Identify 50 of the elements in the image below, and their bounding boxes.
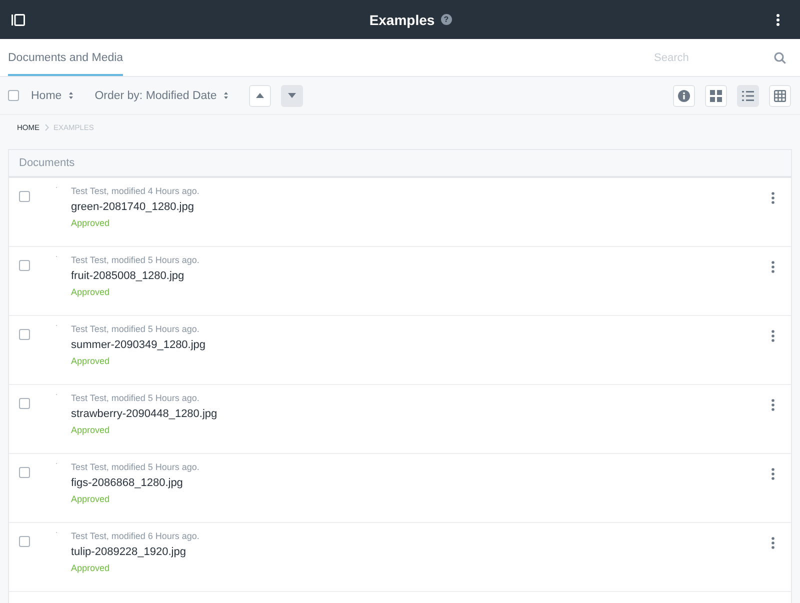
info-button[interactable] <box>673 84 695 106</box>
more-options-icon[interactable] <box>776 14 780 26</box>
row-checkbox[interactable] <box>19 467 30 478</box>
info-icon <box>678 90 690 102</box>
row-checkbox[interactable] <box>19 398 30 409</box>
sort-descending-button[interactable] <box>280 84 303 106</box>
down-triangle-icon <box>288 93 296 98</box>
modified-info: Test Test, modified 5 Hours ago. <box>71 324 200 334</box>
cards-view-button[interactable] <box>705 84 727 106</box>
list-icon <box>742 90 754 102</box>
page-title: Examples <box>369 12 435 28</box>
file-name-link[interactable]: fruit-2085008_1280.jpg <box>71 270 771 282</box>
file-name-link[interactable]: figs-2086868_1280.jpg <box>71 477 771 489</box>
row-checkbox[interactable] <box>19 260 30 271</box>
sidebar-toggle-icon[interactable] <box>11 14 25 26</box>
status-label: Approved <box>71 494 111 504</box>
modified-info: Test Test, modified 5 Hours ago. <box>71 462 200 472</box>
table-icon <box>774 90 786 102</box>
up-triangle-icon <box>256 93 264 98</box>
select-all-checkbox[interactable] <box>8 90 19 101</box>
status-label: Approved <box>71 563 111 573</box>
row-checkbox[interactable] <box>19 329 30 340</box>
status-label: Approved <box>71 218 111 228</box>
sort-caret-icon <box>68 91 74 100</box>
search-field[interactable]: Search <box>652 50 766 64</box>
file-name-link[interactable]: green-2081740_1280.jpg <box>71 201 771 213</box>
status-label: Approved <box>71 425 111 435</box>
modified-info: Test Test, modified 5 Hours ago. <box>71 255 200 265</box>
file-name-link[interactable]: summer-2090349_1280.jpg <box>71 339 771 351</box>
panel-title: Documents <box>9 150 791 178</box>
help-icon[interactable]: ? <box>440 14 452 25</box>
modified-info: Test Test, modified 5 Hours ago. <box>71 393 200 403</box>
status-label: Approved <box>71 356 111 366</box>
search-icon[interactable] <box>774 52 786 64</box>
sort-caret-icon <box>222 91 229 100</box>
grid-icon <box>710 90 722 102</box>
sort-ascending-button[interactable] <box>248 84 271 106</box>
list-view-button[interactable] <box>737 84 759 106</box>
file-name-link[interactable]: tulip-2089228_1920.jpg <box>71 546 771 558</box>
file-name-link[interactable]: strawberry-2090448_1280.jpg <box>71 408 771 420</box>
modified-info: Test Test, modified 4 Hours ago. <box>71 186 200 196</box>
status-label: Approved <box>71 287 111 297</box>
order-dropdown[interactable]: Order by: Modified Date <box>94 90 229 102</box>
modified-info: Test Test, modified 6 Hours ago. <box>71 531 200 541</box>
nav-tab[interactable]: Documents and Media <box>8 39 124 76</box>
row-checkbox[interactable] <box>19 536 30 547</box>
table-view-button[interactable] <box>769 84 791 106</box>
filter-dropdown[interactable]: Home <box>31 90 74 102</box>
chevron-icon <box>44 124 48 130</box>
row-checkbox[interactable] <box>19 191 30 202</box>
